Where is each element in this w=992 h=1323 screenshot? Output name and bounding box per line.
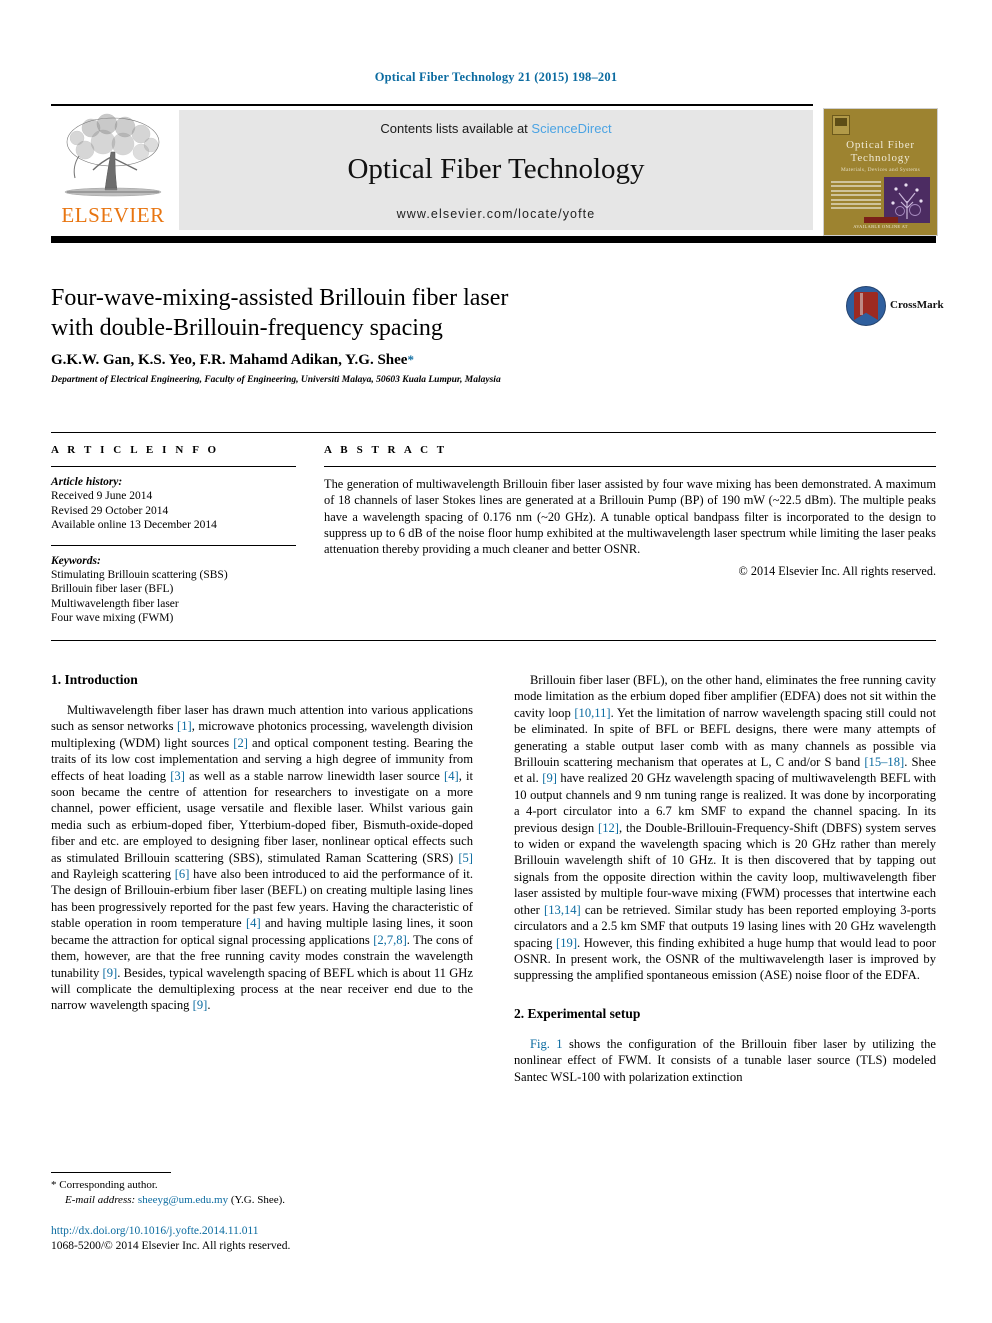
email-link[interactable]: sheeyg@um.edu.my (138, 1194, 228, 1206)
abstract-divider (324, 466, 936, 467)
cover-subtitle: Materials, Devices and Systems (840, 167, 921, 173)
bfl-paragraph: Brillouin fiber laser (BFL), on the othe… (514, 673, 936, 983)
info-divider-1 (51, 466, 296, 467)
abstract-text: The generation of multiwavelength Brillo… (324, 477, 936, 557)
elsevier-logo: ELSEVIER (51, 110, 175, 230)
keywords-label: Keywords: (51, 554, 101, 567)
footnote-block: * Corresponding author. E-mail address: … (51, 1178, 481, 1207)
authors-names: G.K.W. Gan, K.S. Yeo, F.R. Mahamd Adikan… (51, 352, 408, 368)
cover-publisher-mark (832, 115, 850, 135)
doi-block: http://dx.doi.org/10.1016/j.yofte.2014.1… (51, 1224, 481, 1254)
title-line-1: Four-wave-mixing-assisted Brillouin fibe… (51, 285, 509, 311)
journal-title: Optical Fiber Technology (347, 153, 645, 185)
email-owner: (Y.G. Shee). (230, 1193, 286, 1206)
keyword-item: Four wave mixing (FWM) (51, 612, 174, 624)
article-history-received: Received 9 June 2014 (51, 490, 153, 502)
contents-available-line: Contents lists available at ScienceDirec… (179, 121, 813, 136)
sciencedirect-link[interactable]: ScienceDirect (531, 121, 611, 136)
article-history-label: Article history: (51, 476, 123, 488)
section-heading-experimental-setup: 2. Experimental setup (514, 1005, 641, 1021)
affiliation: Department of Electrical Engineering, Fa… (51, 375, 501, 385)
keyword-item: Stimulating Brillouin scattering (SBS) (51, 568, 228, 581)
crossmark-icon (846, 286, 886, 326)
title-line-2: with double-Brillouin-frequency spacing (51, 315, 443, 341)
journal-reference: Optical Fiber Technology 21 (2015) 198–2… (374, 70, 618, 84)
journal-cover-thumbnail: Optical Fiber Technology Materials, Devi… (823, 108, 938, 236)
article-info-column: A R T I C L E I N F O Article history: R… (51, 444, 296, 626)
article-history-revised: Revised 29 October 2014 (51, 504, 169, 517)
elsevier-wordmark: ELSEVIER (61, 203, 165, 227)
abstract-column: A B S T R A C T The generation of multiw… (324, 444, 936, 579)
masthead-bottom-rule (51, 236, 936, 243)
corresponding-author-text: Corresponding author. (59, 1179, 158, 1191)
journal-url[interactable]: www.elsevier.com/locate/yofte (179, 207, 813, 221)
masthead: ELSEVIER Contents lists available at Sci… (51, 110, 813, 230)
paper-page: Optical Fiber Technology 21 (2015) 198–2… (0, 0, 992, 1323)
info-band-top-rule (51, 432, 936, 433)
issn-copyright-line: 1068-5200/© 2014 Elsevier Inc. All right… (51, 1240, 291, 1252)
article-history-online: Available online 13 December 2014 (51, 519, 217, 531)
doi-link[interactable]: http://dx.doi.org/10.1016/j.yofte.2014.1… (51, 1224, 481, 1239)
contents-prefix: Contents lists available at (380, 121, 532, 136)
email-label: E-mail address: (65, 1193, 136, 1206)
section-heading-introduction: 1. Introduction (51, 672, 138, 687)
cover-badge (863, 217, 898, 223)
cover-text-lines (831, 181, 881, 212)
corresponding-author-mark: * (51, 1179, 57, 1191)
cover-title-line1: Optical Fiber (846, 139, 915, 151)
corresponding-author-marker: * (407, 352, 414, 367)
info-divider-2 (51, 544, 296, 546)
body-column-left: 1. Introduction Multiwavelength fiber la… (51, 672, 473, 1014)
keyword-item: Brillouin fiber laser (BFL) (51, 583, 174, 595)
body-column-right: Brillouin fiber laser (BFL), on the othe… (514, 672, 936, 1085)
corresponding-author-note: * Corresponding author. (51, 1178, 481, 1193)
email-note: E-mail address: sheeyg@um.edu.my (Y.G. S… (51, 1193, 481, 1208)
crossmark-label: CrossMark (890, 299, 944, 311)
abstract-heading: A B S T R A C T (324, 444, 448, 456)
elsevier-tree-icon (64, 113, 162, 197)
keyword-item: Multiwavelength fiber laser (51, 597, 179, 610)
masthead-top-rule (51, 104, 813, 106)
article-info-heading: A R T I C L E I N F O (51, 444, 220, 456)
cover-footer-text: AVAILABLE ONLINE AT (853, 224, 908, 229)
author-list: G.K.W. Gan, K.S. Yeo, F.R. Mahamd Adikan… (51, 352, 811, 369)
introduction-paragraph: Multiwavelength fiber laser has drawn mu… (51, 703, 474, 1013)
page-title: Four-wave-mixing-assisted Brillouin fibe… (51, 283, 791, 343)
abstract-copyright: © 2014 Elsevier Inc. All rights reserved… (738, 564, 936, 579)
info-band-bottom-rule (51, 640, 936, 641)
experimental-setup-paragraph: Fig. 1 shows the configuration of the Br… (514, 1036, 936, 1084)
cover-title-line2: Technology (850, 152, 911, 164)
footnote-rule (51, 1172, 171, 1173)
crossmark-badge[interactable]: CrossMark (846, 286, 944, 328)
sciencedirect-panel: Contents lists available at ScienceDirec… (179, 110, 813, 230)
cover-title: Optical Fiber Technology (824, 139, 937, 165)
